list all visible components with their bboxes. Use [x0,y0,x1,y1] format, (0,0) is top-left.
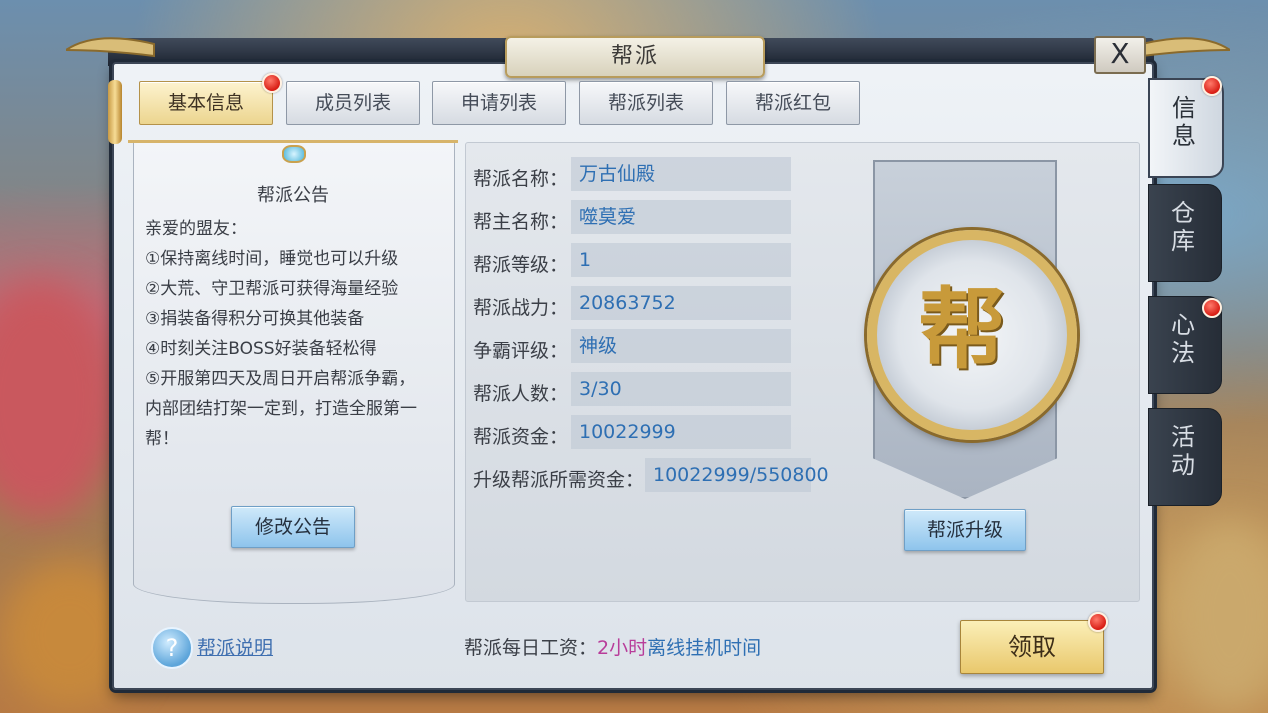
member-count-value: 3/30 [571,372,791,406]
background-blur-right [1170,520,1268,710]
upgrade-guild-button[interactable]: 帮派升级 [904,509,1026,551]
side-tab-mind-method-label: 心法 [1171,311,1195,367]
daily-wage-amount: 2小时 [597,637,648,659]
side-tab-info-label: 信息 [1172,94,1196,150]
notice-line: ③捐装备得积分可换其他装备 [145,309,365,329]
notice-line: ⑤开服第四天及周日开启帮派争霸， [145,369,416,389]
contest-rating-value: 神级 [571,329,791,363]
guild-name-value: 万古仙殿 [571,157,791,191]
tab-guild-red-packet[interactable]: 帮派红包 [726,81,860,125]
claim-button[interactable]: 领取 [960,620,1104,674]
guild-emblem-char: 帮 [917,278,1006,381]
notice-line: ②大荒、守卫帮派可获得海量经验 [145,279,399,299]
tab-guild-list[interactable]: 帮派列表 [579,81,713,125]
guild-help-link[interactable]: 帮派说明 [197,633,273,660]
background-blur-left [0,280,120,520]
tab-application-list[interactable]: 申请列表 [432,81,566,125]
guild-power-label: 帮派战力： [473,297,569,319]
side-tab-info-badge [1202,76,1222,96]
scroll-rod-ornament [108,80,122,144]
notice-line: 亲爱的盟友： [145,219,247,239]
gem-ornament [282,145,306,163]
side-tab-warehouse[interactable]: 仓库 [1148,184,1222,282]
member-count-label: 帮派人数： [473,383,569,405]
side-tab-activity-label: 活动 [1171,423,1195,479]
notice-line: ④时刻关注BOSS好装备轻松得 [145,339,377,359]
guild-funds-label: 帮派资金： [473,426,569,448]
notice-line: 帮！ [145,429,179,449]
guild-level-label: 帮派等级： [473,254,569,276]
tab-basic-info[interactable]: 基本信息 [139,81,273,125]
close-button[interactable]: X [1094,36,1146,74]
edit-notice-button[interactable]: 修改公告 [231,506,355,548]
notice-line: 内部团结打架一定到，打造全服第一 [145,399,417,419]
contest-rating-label: 争霸评级： [473,340,569,362]
daily-wage-text: 帮派每日工资：2小时离线挂机时间 [464,633,761,660]
tab-member-list[interactable]: 成员列表 [286,81,420,125]
upgrade-cost-label: 升级帮派所需资金： [473,469,645,491]
side-tab-activity[interactable]: 活动 [1148,408,1222,506]
upgrade-cost-value: 10022999/550800 [645,458,829,492]
leader-name-value: 噬莫爱 [571,200,791,234]
side-tab-warehouse-label: 仓库 [1171,199,1195,255]
notice-line: ①保持离线时间，睡觉也可以升级 [145,249,399,269]
daily-wage-prefix: 帮派每日工资： [464,637,598,659]
guild-name-label: 帮派名称： [473,168,569,190]
notice-title: 帮派公告 [257,185,329,206]
side-tab-mind-method-badge [1202,298,1222,318]
window-title: 帮派 [505,36,765,78]
guild-funds-value: 10022999 [571,415,791,449]
guild-level-value: 1 [571,243,791,277]
help-icon[interactable]: ? [151,627,193,669]
leader-name-label: 帮主名称： [473,211,569,233]
tab-basic-info-badge [262,73,282,93]
claim-button-badge [1088,612,1108,632]
daily-wage-suffix: 离线挂机时间 [647,637,762,659]
guild-power-value: 20863752 [571,286,791,320]
